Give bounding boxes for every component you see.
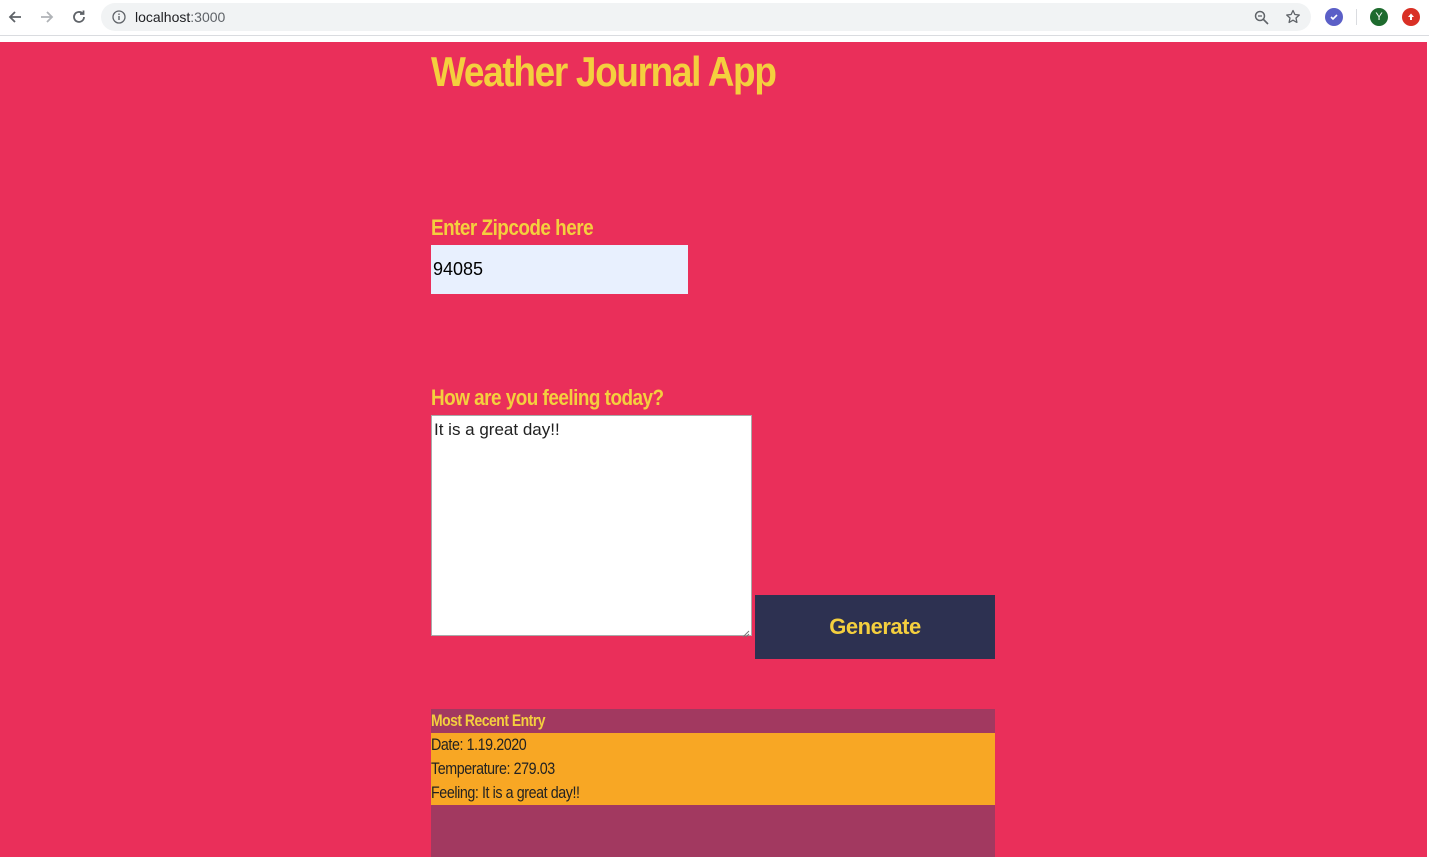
toolbar-divider: [1356, 9, 1357, 25]
url-host: localhost: [135, 9, 191, 25]
resize-handle-icon[interactable]: [741, 625, 750, 638]
bookmark-star-icon[interactable]: [1284, 8, 1302, 26]
address-bar[interactable]: localhost:3000: [101, 3, 1311, 31]
feelings-label: How are you feeling today?: [431, 385, 664, 410]
generate-button[interactable]: Generate: [755, 595, 995, 659]
reload-icon[interactable]: [68, 6, 90, 28]
page-viewport: Weather Journal App Enter Zipcode here H…: [0, 42, 1427, 857]
zip-label: Enter Zipcode here: [431, 215, 594, 240]
toolbar-divider-line: [0, 35, 1429, 36]
entry-section: Most Recent Entry Date: 1.19.2020 Temper…: [431, 709, 995, 857]
url-text[interactable]: localhost:3000: [135, 9, 225, 25]
extension-upload-icon[interactable]: [1402, 8, 1420, 26]
entry-content: Feeling: It is a great day!!: [431, 783, 580, 802]
feelings-textarea[interactable]: It is a great day!!: [431, 415, 752, 636]
entry-title: Most Recent Entry: [431, 711, 546, 730]
entry-temp: Temperature: 279.03: [431, 759, 555, 778]
browser-toolbar: localhost:3000 Y: [0, 0, 1429, 34]
profile-avatar[interactable]: Y: [1370, 8, 1388, 26]
zip-input[interactable]: [431, 245, 688, 294]
page-title: Weather Journal App: [431, 48, 777, 95]
extension-check-icon[interactable]: [1325, 8, 1343, 26]
forward-icon[interactable]: [36, 6, 58, 28]
info-icon[interactable]: [111, 9, 127, 25]
entry-holder: Date: 1.19.2020 Temperature: 279.03 Feel…: [431, 733, 995, 805]
url-port: :3000: [190, 9, 226, 25]
zoom-icon[interactable]: [1252, 8, 1270, 26]
back-icon[interactable]: [4, 6, 26, 28]
entry-date: Date: 1.19.2020: [431, 735, 527, 754]
